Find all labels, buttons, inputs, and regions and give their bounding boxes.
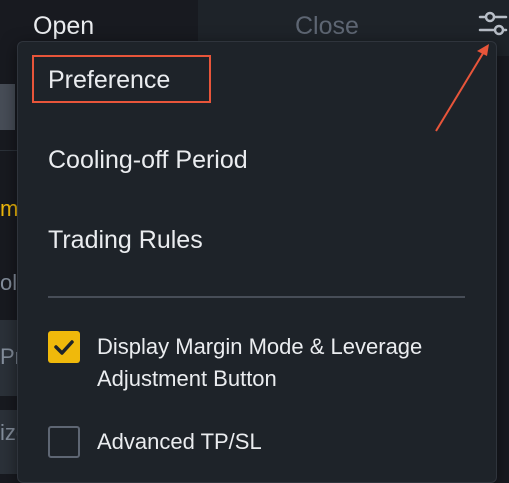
- background-text-fragment: ize: [0, 420, 17, 445]
- option-label-line2: Adjustment Button: [97, 366, 277, 391]
- settings-sliders-icon[interactable]: [475, 6, 509, 40]
- menu-item-cooling-off-period[interactable]: Cooling-off Period: [48, 142, 248, 178]
- checkbox-unchecked[interactable]: [48, 426, 80, 458]
- background-text-fragment: Pri: [0, 344, 17, 369]
- menu-divider: [48, 296, 465, 298]
- background-text-fragment: mi: [0, 196, 17, 221]
- settings-dropdown-menu: Preference Cooling-off Period Trading Ru…: [17, 41, 497, 483]
- tab-close-label[interactable]: Close: [295, 8, 359, 44]
- background-text-fragment: ol: [0, 270, 17, 295]
- option-label: Advanced TP/SL: [97, 429, 262, 454]
- checkmark-icon: [54, 340, 74, 355]
- annotation-highlight-box: [32, 55, 211, 103]
- background-button: [0, 84, 15, 130]
- background-divider: [0, 150, 17, 151]
- tab-open-label[interactable]: Open: [33, 8, 94, 44]
- option-label: Display Margin Mode & Leverage Adjustmen…: [97, 331, 422, 395]
- checkbox-checked[interactable]: [48, 331, 80, 363]
- menu-item-trading-rules[interactable]: Trading Rules: [48, 222, 203, 258]
- option-label-line1: Display Margin Mode & Leverage: [97, 334, 423, 359]
